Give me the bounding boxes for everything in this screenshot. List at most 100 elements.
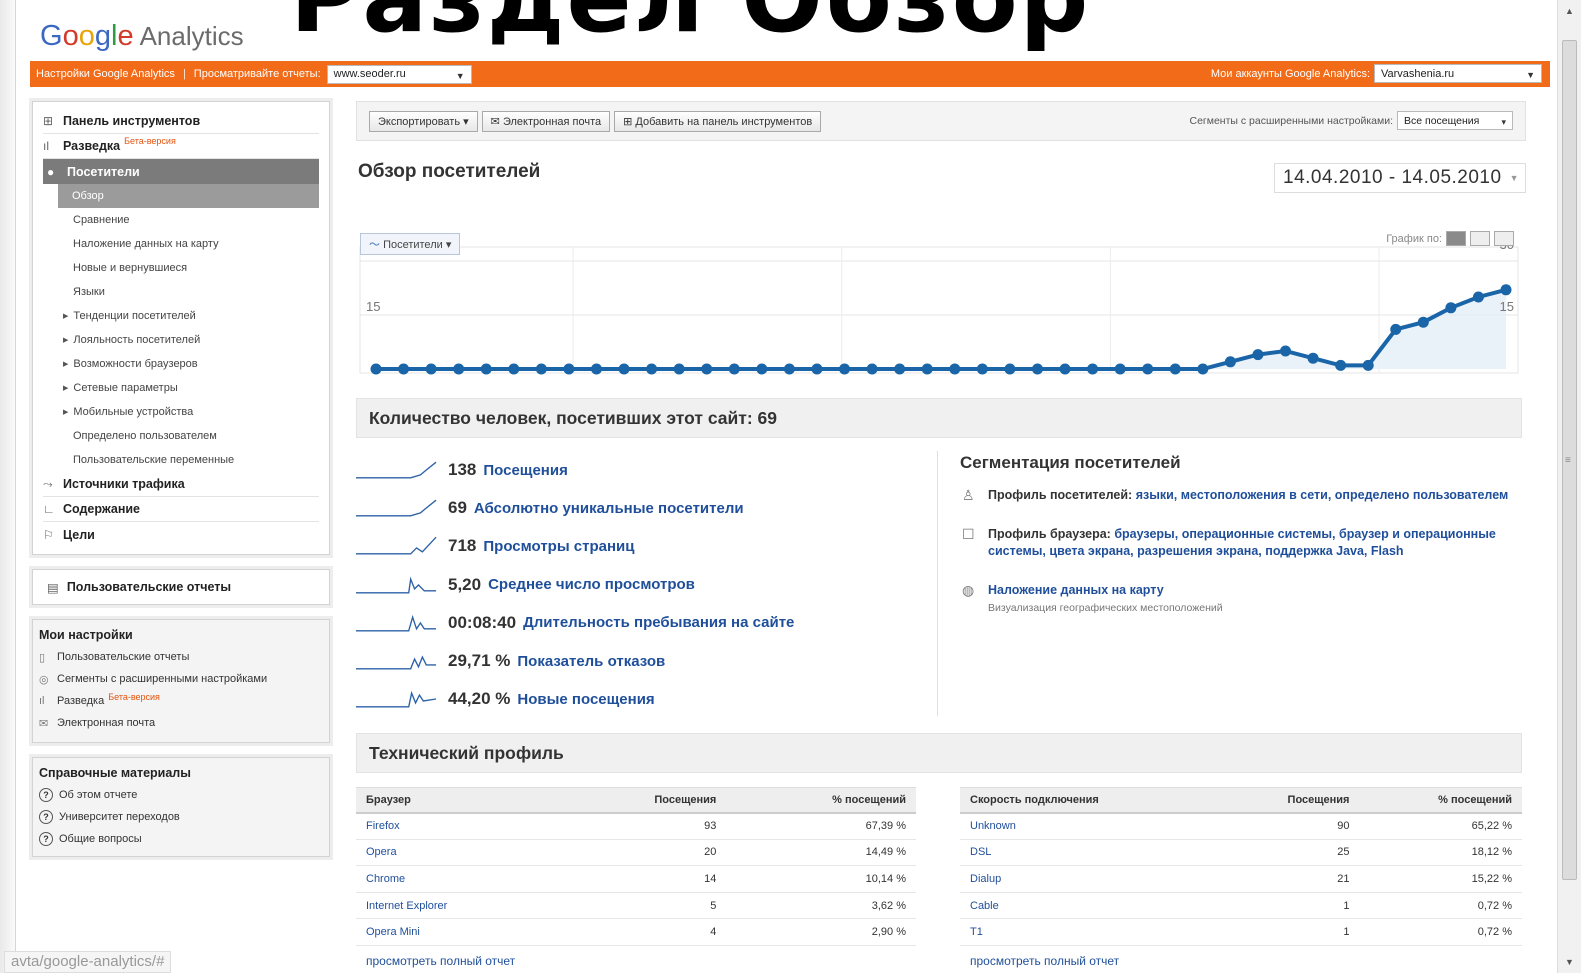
segments-select[interactable]: Все посещения ▾ bbox=[1397, 111, 1513, 130]
row-name-link[interactable]: T1 bbox=[960, 918, 1218, 946]
flash-link[interactable]: Flash bbox=[1371, 544, 1404, 558]
settings-advanced-segments[interactable]: ◎ Сегменты с расширенными настройками bbox=[39, 668, 323, 690]
row-visits-percent: 14,49 % bbox=[726, 839, 916, 867]
nav-sub-user-defined[interactable]: Определено пользователем bbox=[43, 424, 319, 448]
table-row: Unknown 90 65,22 % bbox=[960, 812, 1522, 840]
add-to-dashboard-button[interactable]: ⊞ Добавить на панель инструментов bbox=[614, 110, 822, 132]
settings-custom-reports[interactable]: ▯ Пользовательские отчеты bbox=[39, 646, 323, 668]
export-button[interactable]: Экспортировать ▾ bbox=[369, 110, 478, 132]
column-header[interactable]: Браузер bbox=[356, 787, 561, 814]
chevron-down-icon: ▾ bbox=[1501, 117, 1506, 127]
chart-metric-selector[interactable]: 〜 Посетители ▾ bbox=[360, 233, 461, 255]
nav-content[interactable]: ∟ Содержание bbox=[43, 497, 319, 522]
chevron-down-icon: ▾ bbox=[463, 115, 469, 128]
user-defined-link[interactable]: определено пользователем bbox=[1335, 488, 1508, 502]
help-conversion-university[interactable]: ? Университет переходов bbox=[39, 806, 323, 828]
chart-svg: 30301515 bbox=[359, 237, 1519, 375]
settings-link[interactable]: Настройки Google Analytics bbox=[36, 68, 175, 80]
scroll-grip-icon: ≡ bbox=[1565, 455, 1571, 466]
connection-speed-table: Скорость подключения Посещения % посещен… bbox=[960, 787, 1522, 946]
data-point bbox=[1031, 363, 1043, 375]
column-header[interactable]: Скорость подключения bbox=[960, 787, 1218, 814]
nav-sub-new-returning[interactable]: Новые и вернувшиеся bbox=[43, 256, 319, 280]
nav-sub-custom-variables[interactable]: Пользовательские переменные bbox=[43, 448, 319, 472]
full-report-link[interactable]: просмотреть полный отчет bbox=[970, 954, 1119, 968]
metric-link[interactable]: Просмотры страниц bbox=[483, 538, 634, 555]
help-common-questions[interactable]: ? Общие вопросы bbox=[39, 828, 323, 850]
account-select[interactable]: Varvashenia.ru ▼ bbox=[1374, 64, 1542, 83]
nav-label: Содержание bbox=[63, 502, 141, 516]
column-header[interactable]: % посещений bbox=[726, 787, 916, 814]
row-name-link[interactable]: Chrome bbox=[356, 865, 561, 893]
metric-link[interactable]: Новые посещения bbox=[517, 691, 654, 708]
nav-sub-overview[interactable]: Обзор bbox=[58, 184, 319, 208]
logo-letter: g bbox=[94, 20, 111, 52]
date-range-picker[interactable]: 14.04.2010 - 14.05.2010 ▼ bbox=[1274, 163, 1526, 193]
nav-sub-languages[interactable]: Языки bbox=[43, 280, 319, 304]
row-name-link[interactable]: Firefox bbox=[356, 812, 561, 840]
scroll-down-icon[interactable]: ▼ bbox=[1565, 957, 1574, 967]
nav-sub-mobile[interactable]: ▶ Мобильные устройства bbox=[43, 400, 319, 424]
nav-traffic-sources[interactable]: ⤳ Источники трафика bbox=[43, 472, 319, 497]
data-point bbox=[811, 363, 823, 375]
metric-link[interactable]: Абсолютно уникальные посетители bbox=[474, 500, 744, 517]
nav-sub-browser-capabilities[interactable]: ▶ Возможности браузеров bbox=[43, 352, 319, 376]
metric-link[interactable]: Среднее число просмотров bbox=[488, 576, 695, 593]
custom-reports-link[interactable]: ▤ Пользовательские отчеты bbox=[32, 569, 330, 605]
nav-intelligence[interactable]: ıl Разведка Бета-версия bbox=[43, 134, 319, 159]
visitor-profile-label: Профиль посетителей: bbox=[988, 488, 1133, 502]
metric-link[interactable]: Показатель отказов bbox=[517, 653, 665, 670]
row-name-link[interactable]: Dialup bbox=[960, 865, 1218, 893]
logo-word: Analytics bbox=[139, 21, 244, 51]
metric-link[interactable]: Длительность пребывания на сайте bbox=[523, 614, 794, 631]
nav-sub-visitor-loyalty[interactable]: ▶ Лояльность посетителей bbox=[43, 328, 319, 352]
browsers-link[interactable]: браузеры, bbox=[1114, 527, 1178, 541]
row-name-link[interactable]: Cable bbox=[960, 892, 1218, 920]
column-header[interactable]: Посещения bbox=[560, 787, 727, 814]
row-name-link[interactable]: DSL bbox=[960, 839, 1218, 867]
table-row: Firefox 93 67,39 % bbox=[356, 812, 916, 840]
nav-visitors[interactable]: ● Посетители bbox=[43, 159, 319, 184]
nav-sub-network-properties[interactable]: ▶ Сетевые параметры bbox=[43, 376, 319, 400]
data-point bbox=[976, 363, 988, 375]
logo-letter: o bbox=[62, 20, 79, 52]
screen-colors-link[interactable]: цвета экрана, bbox=[1049, 544, 1133, 558]
nav-sub-visitor-trending[interactable]: ▶ Тенденции посетителей bbox=[43, 304, 319, 328]
settings-intelligence[interactable]: ıl Разведка Бета-версия bbox=[39, 690, 323, 712]
graph-by-week-button[interactable] bbox=[1470, 231, 1490, 246]
nav-sub-comparison[interactable]: Сравнение bbox=[43, 208, 319, 232]
metric-link[interactable]: Посещения bbox=[483, 462, 567, 479]
data-point bbox=[1087, 363, 1099, 375]
data-point bbox=[453, 363, 465, 375]
scroll-up-icon[interactable]: ▲ bbox=[1565, 6, 1574, 16]
network-locations-link[interactable]: местоположения в сети, bbox=[1181, 488, 1332, 502]
settings-email[interactable]: ✉ Электронная почта bbox=[39, 712, 323, 734]
java-support-link[interactable]: поддержка Java, bbox=[1265, 544, 1367, 558]
full-report-link[interactable]: просмотреть полный отчет bbox=[366, 954, 515, 968]
google-analytics-logo[interactable]: Google Analytics bbox=[40, 20, 244, 53]
site-select[interactable]: www.seoder.ru ▼ bbox=[326, 64, 472, 84]
languages-link[interactable]: языки, bbox=[1136, 488, 1178, 502]
row-name-link[interactable]: Internet Explorer bbox=[356, 892, 561, 920]
graph-by-day-button[interactable] bbox=[1446, 231, 1466, 246]
data-point bbox=[1142, 363, 1154, 375]
vertical-scrollbar[interactable]: ▲ ≡ ▼ bbox=[1557, 0, 1581, 973]
row-name-link[interactable]: Opera Mini bbox=[356, 918, 561, 946]
row-visits: 25 bbox=[1217, 839, 1360, 867]
operating-systems-link[interactable]: операционные системы, bbox=[1182, 527, 1336, 541]
column-header[interactable]: % посещений bbox=[1359, 787, 1522, 814]
map-overlay-link[interactable]: Наложение данных на карту bbox=[988, 583, 1164, 597]
data-point bbox=[370, 363, 382, 375]
nav-sub-label: Сетевые параметры bbox=[73, 382, 178, 394]
graph-by-month-button[interactable] bbox=[1494, 231, 1514, 246]
row-visits-percent: 65,22 % bbox=[1359, 812, 1522, 840]
email-button[interactable]: ✉ Электронная почта bbox=[481, 110, 611, 132]
help-about-report[interactable]: ? Об этом отчете bbox=[39, 784, 323, 806]
row-name-link[interactable]: Opera bbox=[356, 839, 561, 867]
nav-goals[interactable]: ⚐ Цели bbox=[43, 522, 319, 547]
nav-sub-map-overlay[interactable]: Наложение данных на карту bbox=[43, 232, 319, 256]
screen-resolutions-link[interactable]: разрешения экрана, bbox=[1137, 544, 1262, 558]
column-header[interactable]: Посещения bbox=[1217, 787, 1360, 814]
row-name-link[interactable]: Unknown bbox=[960, 812, 1218, 840]
nav-dashboard[interactable]: ⊞ Панель инструментов bbox=[43, 109, 319, 134]
